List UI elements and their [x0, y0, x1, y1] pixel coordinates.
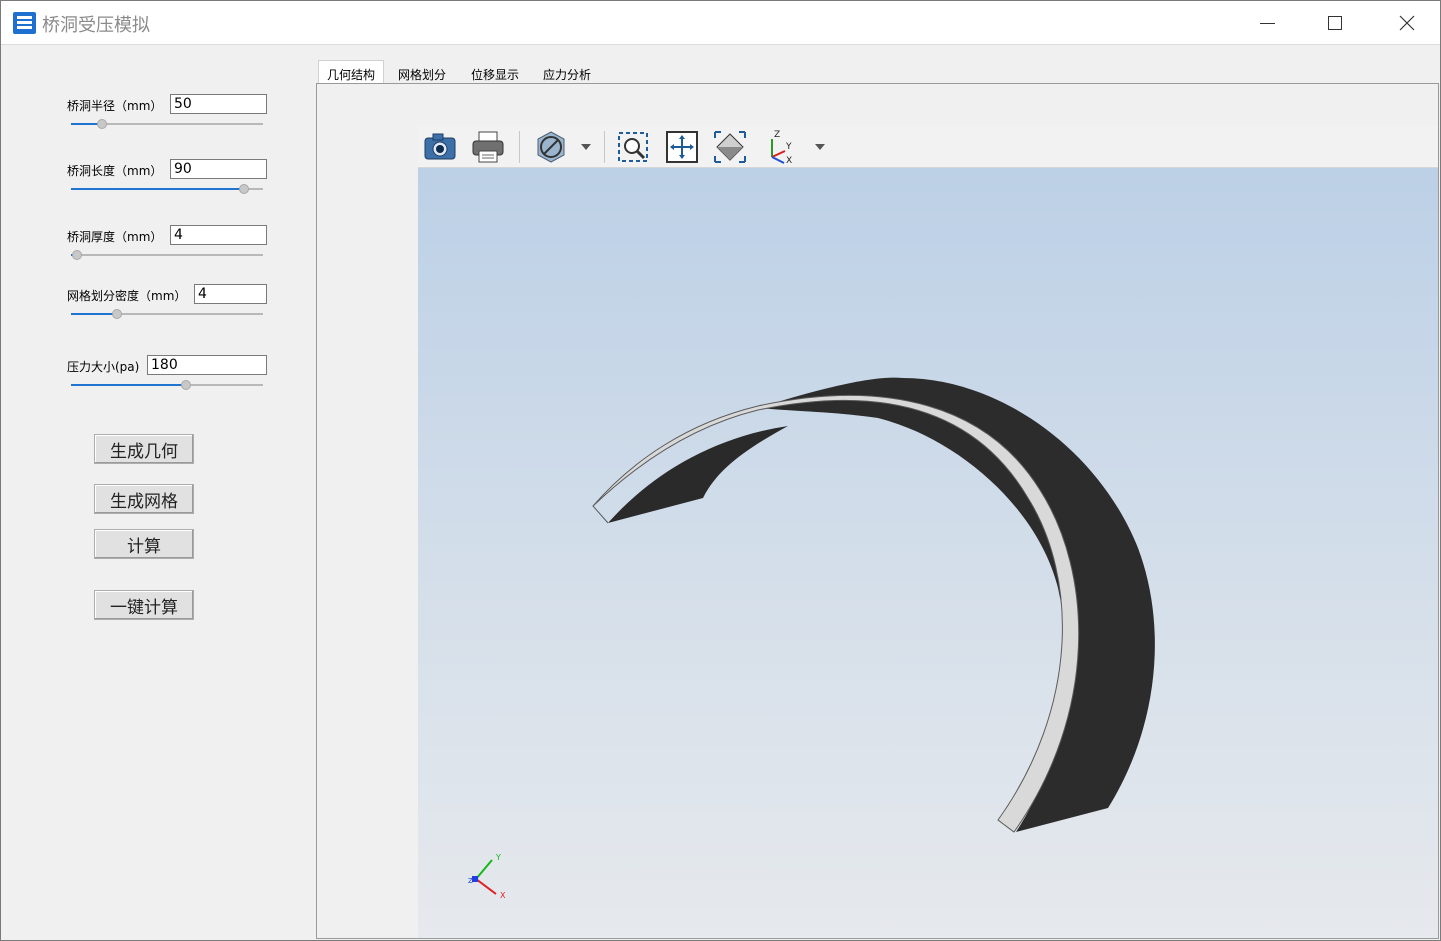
length-slider[interactable]: [71, 184, 263, 194]
tab-pane: Z Y X Y X Z: [316, 83, 1439, 939]
triad-y-label: Y: [495, 853, 501, 862]
thickness-input[interactable]: 4: [170, 225, 267, 245]
param-label: 桥洞厚度（mm）: [67, 230, 163, 244]
slider-thumb[interactable]: [96, 119, 107, 129]
mesh-density-input[interactable]: 4: [194, 284, 267, 304]
arch-inner-face-left: [608, 426, 788, 523]
slider-thumb[interactable]: [71, 250, 82, 260]
one-click-compute-button[interactable]: 一键计算: [94, 590, 194, 620]
axes-view-icon[interactable]: Z Y X: [760, 129, 796, 166]
title-bar: 桥洞受压模拟: [1, 1, 1440, 45]
view-cube-icon[interactable]: [712, 129, 748, 165]
dropdown-arrow-icon[interactable]: [802, 129, 825, 165]
thickness-slider[interactable]: [71, 250, 263, 260]
triad-z-label: Z: [468, 877, 473, 885]
param-label: 桥洞半径（mm）: [67, 99, 163, 113]
tab-mesh[interactable]: 网格划分: [390, 64, 454, 84]
3d-viewer: Z Y X Y X Z: [418, 126, 1438, 938]
axes-label-y: Y: [785, 142, 792, 152]
minimize-icon: [1259, 22, 1275, 24]
tab-displacement[interactable]: 位移显示: [463, 64, 527, 84]
dropdown-arrow-icon[interactable]: [568, 129, 591, 165]
axes-label-z: Z: [774, 130, 780, 140]
slider-thumb[interactable]: [238, 184, 249, 194]
tab-stress[interactable]: 应力分析: [535, 64, 599, 84]
3d-canvas[interactable]: Y X Z: [418, 168, 1438, 938]
radius-input[interactable]: 50: [170, 94, 267, 114]
zoom-window-icon[interactable]: [615, 129, 651, 165]
triad-x-label: X: [500, 891, 506, 900]
minimize-button[interactable]: [1237, 1, 1297, 45]
param-label: 桥洞长度（mm）: [67, 164, 163, 178]
camera-icon[interactable]: [422, 129, 458, 165]
app-icon: [13, 12, 36, 34]
param-mesh-density: 网格划分密度（mm） 4: [2, 284, 314, 334]
param-label: 压力大小(pa): [67, 360, 140, 374]
main-area: 几何结构 网格划分 位移显示 应力分析 Z Y X Y X Z: [315, 46, 1440, 940]
fit-all-icon[interactable]: [664, 129, 700, 165]
pressure-input[interactable]: 180: [147, 355, 267, 375]
no-display-icon[interactable]: [533, 129, 569, 165]
generate-mesh-button[interactable]: 生成网格: [94, 484, 194, 514]
axis-triad: Y X Z: [468, 853, 506, 900]
app-window: 桥洞受压模拟 桥洞半径（mm） 50 桥洞长度（mm） 90 桥洞厚度（mm）: [0, 0, 1441, 941]
print-icon[interactable]: [470, 129, 506, 165]
param-radius: 桥洞半径（mm） 50: [2, 94, 314, 144]
param-label: 网格划分密度（mm）: [67, 289, 187, 303]
arch-top-band: [592, 395, 1080, 833]
param-pressure: 压力大小(pa) 180: [2, 355, 314, 405]
axes-label-x: X: [786, 156, 792, 165]
generate-geometry-button[interactable]: 生成几何: [94, 434, 194, 464]
maximize-icon: [1328, 16, 1342, 30]
slider-thumb[interactable]: [181, 380, 192, 390]
slider-thumb[interactable]: [112, 309, 123, 319]
tab-geometry[interactable]: 几何结构: [318, 60, 385, 84]
length-input[interactable]: 90: [170, 159, 267, 179]
maximize-button[interactable]: [1305, 1, 1365, 45]
param-length: 桥洞长度（mm） 90: [2, 159, 314, 209]
parameter-panel: 桥洞半径（mm） 50 桥洞长度（mm） 90 桥洞厚度（mm） 4 网格划分密…: [2, 46, 314, 940]
pressure-slider[interactable]: [71, 380, 263, 390]
radius-slider[interactable]: [71, 119, 263, 129]
close-button[interactable]: [1377, 1, 1437, 45]
compute-button[interactable]: 计算: [94, 529, 194, 559]
window-title: 桥洞受压模拟: [42, 15, 150, 36]
close-icon: [1399, 15, 1415, 31]
mesh-density-slider[interactable]: [71, 309, 263, 319]
param-thickness: 桥洞厚度（mm） 4: [2, 225, 314, 275]
viewer-toolbar: Z Y X: [418, 126, 1438, 168]
bridge-arch-model: [592, 377, 1155, 833]
arch-outer-face: [758, 377, 1155, 832]
